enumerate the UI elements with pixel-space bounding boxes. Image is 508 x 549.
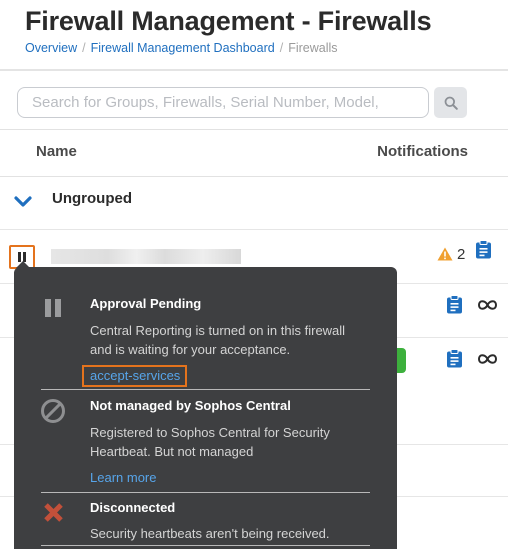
breadcrumb-overview[interactable]: Overview: [25, 41, 77, 55]
search-button[interactable]: [434, 87, 467, 118]
chevron-down-icon[interactable]: [14, 195, 32, 209]
infinity-icon: [477, 354, 498, 364]
tooltip-divider: [41, 389, 370, 390]
table-header-bottom-border: [0, 176, 508, 177]
table-header-top-border: [0, 129, 508, 130]
infinity-icon: [477, 300, 498, 310]
alert-count[interactable]: 2: [457, 246, 465, 263]
pause-icon: [45, 299, 61, 317]
group-divider: [0, 229, 508, 230]
group-label[interactable]: Ungrouped: [52, 190, 132, 207]
firewall-name-redacted[interactable]: [51, 249, 241, 264]
column-header-name[interactable]: Name: [36, 143, 77, 160]
clipboard-icon[interactable]: [475, 240, 492, 259]
learn-more-link[interactable]: Learn more: [90, 470, 156, 485]
breadcrumb-current: Firewalls: [288, 41, 338, 55]
tooltip-title-disconnected: Disconnected: [90, 500, 176, 515]
tooltip-title-approval-pending: Approval Pending: [90, 296, 202, 311]
search-input[interactable]: [17, 87, 429, 118]
breadcrumb-firewall-management-dashboard[interactable]: Firewall Management Dashboard: [91, 41, 275, 55]
tooltip-desc-approval-pending: Central Reporting is turned on in this f…: [90, 323, 346, 357]
column-header-notifications: Notifications: [377, 143, 468, 160]
no-entry-icon: [41, 399, 65, 423]
accept-services-link[interactable]: accept-services: [82, 365, 188, 387]
search-icon: [444, 96, 458, 110]
clipboard-icon[interactable]: [446, 295, 463, 314]
tooltip-divider: [41, 545, 370, 546]
header-divider: [0, 69, 508, 71]
tooltip-desc-not-managed: Registered to Sophos Central for Securit…: [90, 425, 330, 459]
tooltip-divider: [41, 492, 370, 493]
tooltip-title-not-managed: Not managed by Sophos Central: [90, 398, 291, 413]
clipboard-icon[interactable]: [446, 349, 463, 368]
tooltip-desc-disconnected: Security heartbeats aren't being receive…: [90, 526, 330, 541]
breadcrumb: Overview / Firewall Management Dashboard / F…: [25, 41, 338, 55]
warning-icon: [437, 247, 453, 261]
page-title: Firewall Management - Firewalls: [25, 6, 432, 36]
x-icon: [44, 503, 63, 522]
